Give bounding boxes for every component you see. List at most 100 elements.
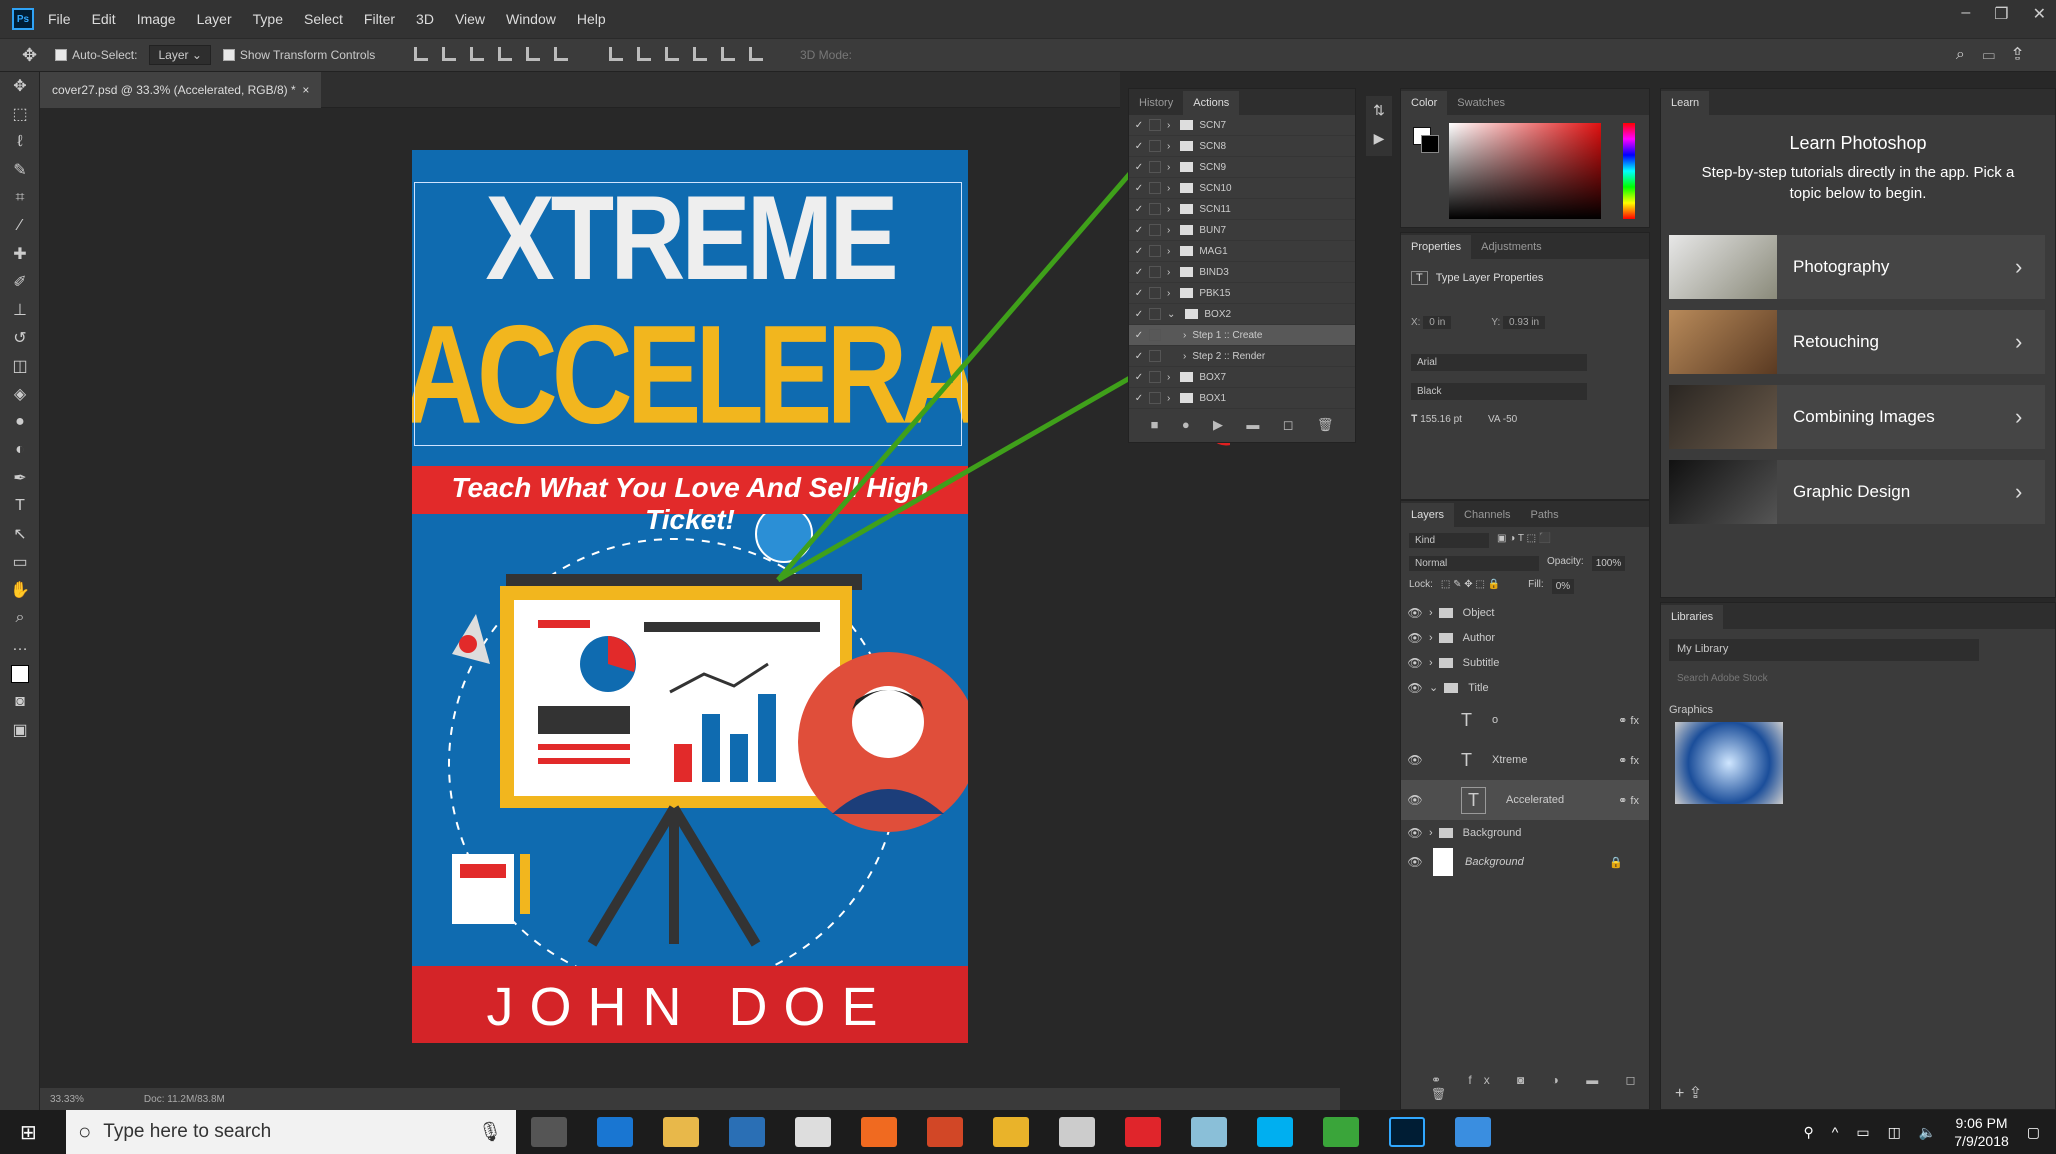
visibility-eye-icon[interactable]: 👁 — [1401, 826, 1429, 840]
healing-tool-icon[interactable]: ✚ — [0, 240, 40, 268]
tab-swatches[interactable]: Swatches — [1447, 91, 1515, 115]
eyedropper-tool-icon[interactable]: ⁄ — [0, 212, 40, 240]
tab-learn[interactable]: Learn — [1661, 91, 1710, 115]
play-icon[interactable]: ▶ — [1213, 417, 1223, 433]
kind-filter[interactable]: Kind — [1409, 533, 1489, 548]
edge-icon[interactable] — [597, 1117, 633, 1147]
action-row[interactable]: ✓ › SCN7 — [1129, 115, 1355, 136]
tab-layers[interactable]: Layers — [1401, 503, 1455, 527]
hue-slider[interactable] — [1623, 123, 1635, 219]
new-set-icon[interactable]: ▬ — [1246, 417, 1259, 433]
app-c-icon[interactable] — [795, 1117, 831, 1147]
task-view-icon[interactable] — [531, 1117, 567, 1147]
fill-field[interactable]: 0% — [1551, 579, 1575, 594]
filter-icons[interactable]: ▣ ◑ T ⬚ ⬛ — [1497, 533, 1551, 548]
windows-start-icon[interactable]: ⊞ — [20, 1120, 37, 1145]
menu-3d[interactable]: 3D — [416, 11, 434, 27]
minimize-button[interactable]: – — [1961, 4, 1970, 24]
visibility-eye-icon[interactable]: 👁 — [1401, 753, 1429, 767]
battery-icon[interactable]: ▭ — [1856, 1124, 1869, 1141]
color-swatches-icon[interactable] — [0, 660, 40, 688]
learn-card-combining-images[interactable]: Combining Images › — [1669, 385, 2045, 449]
pen-tool-icon[interactable]: ✒ — [0, 464, 40, 492]
action-row[interactable]: ✓ › SCN10 — [1129, 178, 1355, 199]
camtasia-icon[interactable] — [1323, 1117, 1359, 1147]
notifications-icon[interactable]: ▢ — [2027, 1124, 2040, 1141]
fx-icon[interactable]: ⚭ fx — [1618, 714, 1639, 727]
powerpoint-icon[interactable] — [927, 1117, 963, 1147]
layer-row[interactable]: 👁 › Object — [1401, 600, 1649, 625]
layer-row[interactable]: 👁 ⌄ Title — [1401, 675, 1649, 700]
lock-icons[interactable]: ⬚ ✎ ✥ ⬚ 🔒 — [1441, 579, 1500, 594]
auto-select-dropdown[interactable]: Layer ⌄ — [149, 45, 211, 65]
x-field[interactable]: X: 0 in — [1411, 316, 1452, 329]
visibility-eye-icon[interactable]: 👁 — [1401, 855, 1429, 869]
fx-icon[interactable]: ⚭ fx — [1618, 794, 1639, 807]
close-button[interactable]: ✕ — [2033, 4, 2046, 24]
action-row[interactable]: ✓ › SCN8 — [1129, 136, 1355, 157]
y-field[interactable]: Y: 0.93 in — [1491, 316, 1546, 329]
layer-row[interactable]: 👁 T Xtreme ⚭ fx — [1401, 740, 1649, 780]
library-select[interactable]: My Library — [1669, 639, 1979, 661]
tracking-field[interactable]: VA -50 — [1488, 414, 1517, 425]
zoom-level[interactable]: 33.33% — [50, 1094, 84, 1105]
action-step-row[interactable]: ✓ › Step 1 :: Create — [1129, 325, 1355, 346]
rectangle-tool-icon[interactable]: ▭ — [0, 548, 40, 576]
menu-image[interactable]: Image — [137, 11, 176, 27]
blur-tool-icon[interactable]: ● — [0, 408, 40, 436]
layers-footer-icons[interactable]: ⚭ fx ◙ ◑ ▬ ◻ 🗑 — [1431, 1073, 1649, 1101]
visibility-eye-icon[interactable]: 👁 — [1401, 681, 1429, 695]
opera-icon[interactable] — [1125, 1117, 1161, 1147]
marquee-tool-icon[interactable]: ⬚ — [0, 100, 40, 128]
file-explorer-icon[interactable] — [663, 1117, 699, 1147]
blend-mode-select[interactable]: Normal — [1409, 556, 1539, 571]
action-row[interactable]: ✓ › BOX7 — [1129, 367, 1355, 388]
fx-icon[interactable]: ⚭ fx — [1618, 754, 1639, 767]
action-row[interactable]: ✓ › SCN11 — [1129, 199, 1355, 220]
people-icon[interactable]: ⚲ — [1804, 1124, 1814, 1141]
document-tab[interactable]: cover27.psd @ 33.3% (Accelerated, RGB/8)… — [40, 72, 322, 108]
action-row[interactable]: ✓ › BIND3 — [1129, 262, 1355, 283]
microphone-icon[interactable]: 🎙 — [478, 1120, 502, 1144]
record-icon[interactable]: ● — [1182, 417, 1190, 433]
stock-search-input[interactable]: Search Adobe Stock — [1669, 671, 2047, 686]
app-icon[interactable] — [1191, 1117, 1227, 1147]
font-size-field[interactable]: 𝐓 155.16 pt — [1411, 414, 1462, 425]
volume-icon[interactable]: 🔈 — [1919, 1124, 1936, 1141]
path-select-tool-icon[interactable]: ↖ — [0, 520, 40, 548]
menu-help[interactable]: Help — [577, 11, 606, 27]
hand-tool-icon[interactable]: ✋ — [0, 576, 40, 604]
font-style-select[interactable]: Black — [1411, 383, 1587, 400]
tab-history[interactable]: History — [1129, 91, 1183, 115]
taskbar-search-box[interactable]: ○ Type here to search 🎙 — [66, 1110, 516, 1154]
menu-select[interactable]: Select — [304, 11, 343, 27]
visibility-eye-icon[interactable]: 👁 — [1401, 793, 1429, 807]
tab-color[interactable]: Color — [1401, 91, 1448, 115]
layer-row[interactable]: 👁 › Subtitle — [1401, 650, 1649, 675]
color-field[interactable] — [1449, 123, 1601, 219]
tray-chevron-icon[interactable]: ^ — [1832, 1124, 1839, 1140]
stop-icon[interactable]: ■ — [1151, 417, 1159, 433]
lasso-tool-icon[interactable]: ℓ — [0, 128, 40, 156]
firefox-icon[interactable] — [861, 1117, 897, 1147]
action-row[interactable]: ✓ ⌄ BOX2 — [1129, 304, 1355, 325]
menu-edit[interactable]: Edit — [92, 11, 116, 27]
mail-icon[interactable] — [1059, 1117, 1095, 1147]
add-library-icon[interactable]: + ⇪ — [1675, 1083, 1702, 1103]
photoshop-taskbar-icon[interactable] — [1389, 1117, 1425, 1147]
show-transform-checkbox[interactable]: Show Transform Controls — [222, 48, 375, 62]
tab-adjustments[interactable]: Adjustments — [1471, 235, 1552, 259]
move-tool-icon[interactable]: ✥ — [0, 72, 40, 100]
history-brush-tool-icon[interactable]: ↺ — [0, 324, 40, 352]
font-family-select[interactable]: Arial — [1411, 354, 1587, 371]
snowflake-app-icon[interactable] — [1455, 1117, 1491, 1147]
zoom-tool-icon[interactable]: ⌕ — [0, 604, 40, 632]
new-action-icon[interactable]: ◻ — [1283, 417, 1294, 433]
network-icon[interactable]: ◫ — [1888, 1124, 1901, 1141]
collapsed-panel-strip[interactable]: ⇅ ▶ — [1366, 96, 1392, 156]
more-tools-icon[interactable]: … — [0, 632, 40, 660]
tab-paths[interactable]: Paths — [1521, 503, 1569, 527]
menu-filter[interactable]: Filter — [364, 11, 395, 27]
action-step-row[interactable]: ✓ › Step 2 :: Render — [1129, 346, 1355, 367]
quick-select-tool-icon[interactable]: ✎ — [0, 156, 40, 184]
